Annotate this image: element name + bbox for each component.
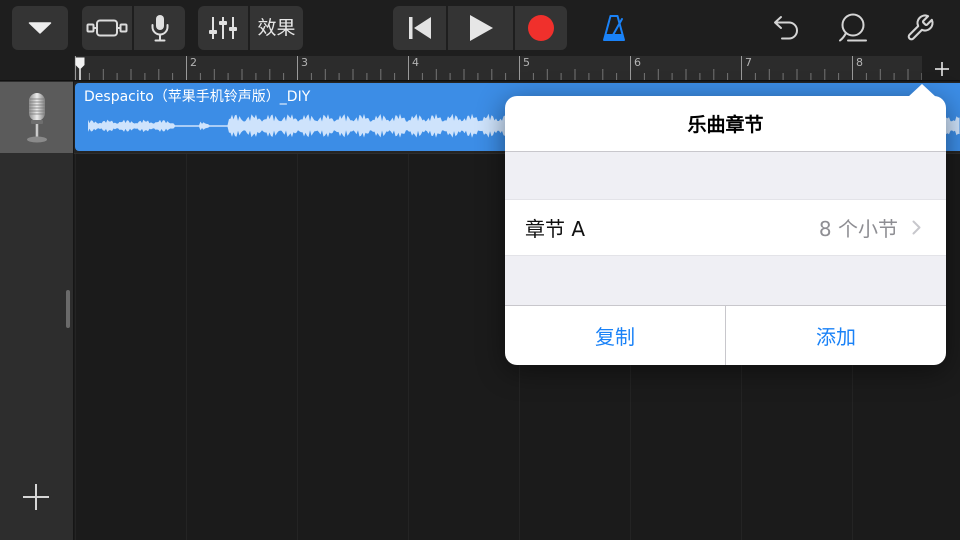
section-length: 8 个小节 bbox=[818, 217, 898, 241]
track-header-resize-handle[interactable] bbox=[66, 290, 70, 328]
ruler-bar-number: 3 bbox=[301, 56, 308, 69]
settings-button[interactable] bbox=[900, 6, 940, 50]
section-row[interactable]: 章节 A 8 个小节 bbox=[505, 199, 946, 256]
control-bar: 效果 bbox=[0, 0, 960, 56]
add-button[interactable]: 添加 bbox=[725, 306, 946, 365]
mixer-sliders-icon bbox=[209, 17, 237, 39]
mixer-button[interactable] bbox=[198, 6, 248, 50]
tracks-view-icon bbox=[86, 19, 128, 37]
ruler-bar-number: 5 bbox=[523, 56, 530, 69]
transport-controls bbox=[393, 6, 567, 50]
add-section-button[interactable] bbox=[932, 59, 952, 79]
duplicate-button[interactable]: 复制 bbox=[505, 306, 725, 365]
plus-icon bbox=[23, 484, 49, 510]
loop-icon bbox=[839, 13, 867, 42]
go-to-start-button[interactable] bbox=[393, 6, 446, 50]
metronome-button[interactable] bbox=[596, 6, 632, 50]
mix-button-group: 效果 bbox=[198, 6, 303, 50]
ruler-bar-number: 6 bbox=[634, 56, 641, 69]
section-detail: 8 个小节 bbox=[819, 213, 921, 242]
popover-spacer bbox=[505, 256, 946, 305]
microphone-icon bbox=[151, 15, 168, 42]
region-name: Despacito（苹果手机铃声版）_DIY bbox=[84, 89, 311, 105]
playhead[interactable] bbox=[75, 57, 85, 80]
song-sections-popover: 乐曲章节 章节 A 8 个小节 复制 添加 bbox=[505, 96, 946, 365]
popover-arrow bbox=[908, 84, 936, 97]
effects-label: 效果 bbox=[257, 17, 296, 39]
chevron-right-icon bbox=[912, 220, 921, 235]
tracks-view-button[interactable] bbox=[82, 6, 132, 50]
ruler-bar-number: 2 bbox=[190, 56, 197, 69]
ruler-bar-number: 4 bbox=[412, 56, 419, 69]
microphone-icon bbox=[26, 92, 47, 142]
play-button[interactable] bbox=[446, 6, 513, 50]
popover-title: 乐曲章节 bbox=[687, 114, 764, 136]
effects-button[interactable]: 效果 bbox=[248, 6, 303, 50]
timeline-ruler[interactable]: 2 3 4 5 6 7 8 bbox=[74, 56, 922, 80]
ruler-bar-number: 7 bbox=[745, 56, 752, 69]
view-button-group bbox=[82, 6, 185, 50]
metronome-icon bbox=[603, 15, 625, 41]
plus-icon bbox=[935, 62, 949, 76]
wrench-icon bbox=[907, 14, 934, 41]
undo-icon bbox=[774, 16, 798, 40]
play-icon bbox=[469, 15, 493, 41]
mic-button[interactable] bbox=[132, 6, 185, 50]
popover-actions: 复制 添加 bbox=[505, 305, 946, 365]
garageband-window: 效果 2 3 4 5 6 7 8 Despacito（苹果手机铃声版）_DIY … bbox=[0, 0, 960, 540]
timeline-ruler-bar: 2 3 4 5 6 7 8 bbox=[0, 56, 960, 81]
loop-browser-button[interactable] bbox=[833, 6, 873, 50]
ruler-ticks bbox=[75, 56, 922, 80]
section-name: 章节 A bbox=[525, 217, 586, 241]
undo-button[interactable] bbox=[766, 6, 806, 50]
record-icon bbox=[528, 15, 554, 41]
ruler-bar-number: 8 bbox=[856, 56, 863, 69]
record-button[interactable] bbox=[513, 6, 567, 50]
triangle-down-icon bbox=[28, 22, 52, 34]
add-track-button[interactable] bbox=[22, 483, 50, 511]
menu-button[interactable] bbox=[12, 6, 68, 50]
go-to-start-icon bbox=[408, 17, 431, 39]
track-header[interactable] bbox=[0, 82, 73, 153]
popover-spacer bbox=[505, 152, 946, 199]
popover-header: 乐曲章节 bbox=[505, 96, 946, 152]
